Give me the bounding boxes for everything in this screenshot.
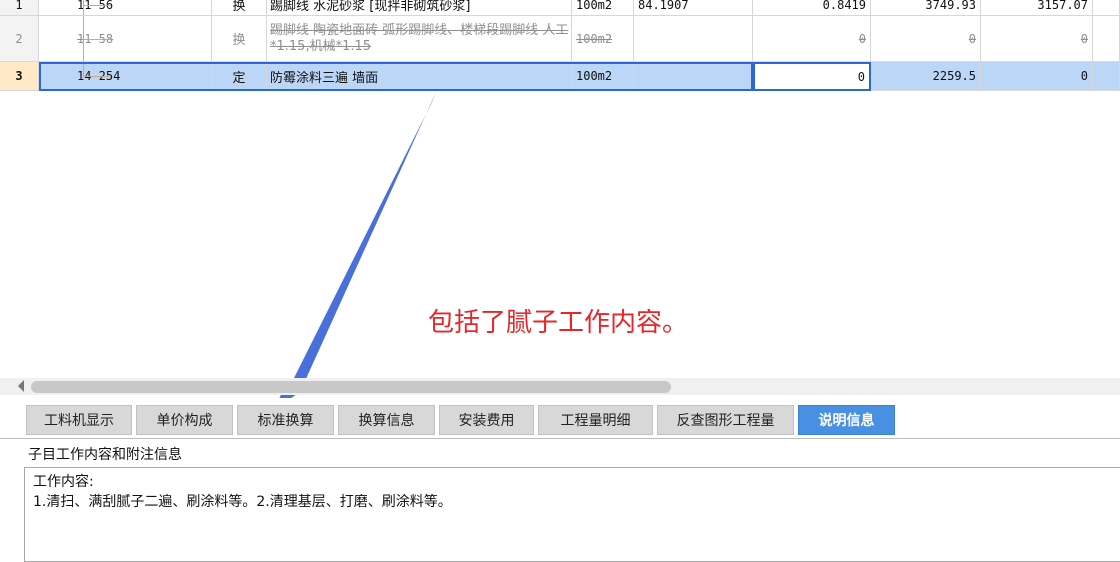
- tab-description-info[interactable]: 说明信息: [798, 405, 895, 435]
- tree-line: [83, 38, 111, 40]
- tab-conversion-info[interactable]: 换算信息: [338, 405, 435, 435]
- row-quantity: 84.1907: [634, 0, 753, 16]
- row-index: 1: [0, 0, 39, 16]
- work-content-title: 工作内容:: [33, 474, 94, 490]
- row-type: 换: [212, 16, 267, 62]
- tab-unit-price[interactable]: 单价构成: [136, 405, 233, 435]
- row-value-b: 3749.93: [871, 0, 981, 16]
- tree-line: [83, 62, 84, 76]
- annotation-arrow: [274, 92, 436, 410]
- work-content-suffix: 、刷涂料等。2.清理基层、打磨、刷涂料等。: [172, 494, 452, 510]
- row-type: 定: [212, 62, 267, 91]
- tree-line: [83, 0, 84, 15]
- panel-title: 子目工作内容和附注信息: [28, 447, 182, 463]
- work-content-text: 1.清扫、满刮腻子二遍、刷涂料等。2.清理基层、打磨、刷涂料等。: [33, 491, 452, 511]
- row-value-a: 0: [753, 16, 871, 62]
- work-content-prefix: 1.清扫、: [33, 494, 89, 510]
- row-name: 踢脚线 陶瓷地面砖 弧形踢脚线、楼梯段踢脚线 人工*1.15,机械*1.15: [267, 16, 572, 62]
- tab-standard-conversion[interactable]: 标准换算: [237, 405, 334, 435]
- row-value-d: [1093, 62, 1120, 91]
- row-unit: 100m2: [572, 0, 634, 16]
- row-value-a: 0.8419: [753, 0, 871, 16]
- row-quantity: [634, 62, 753, 91]
- row-index: 2: [0, 16, 39, 62]
- row-unit: 100m2: [572, 62, 634, 91]
- row-code: 11-58: [39, 16, 212, 62]
- row-value-c: 0: [981, 16, 1093, 62]
- description-textbox[interactable]: [24, 467, 1120, 562]
- row-value-c: 3157.07: [981, 0, 1093, 16]
- quota-grid: 1 11-56 换 踢脚线 水泥砂浆 [现拌非砌筑砂浆] 100m2 84.19…: [0, 0, 1120, 91]
- scrollbar-thumb[interactable]: [31, 381, 671, 393]
- row-value-a-editor[interactable]: 0: [753, 62, 871, 91]
- row-name: 防霉涂料三遍 墙面: [267, 62, 572, 91]
- row-value-c: 0: [981, 62, 1093, 91]
- tab-install-cost[interactable]: 安装费用: [439, 405, 534, 435]
- row-value-d: [1093, 0, 1120, 16]
- table-row-selected[interactable]: 3 14-254 定 防霉涂料三遍 墙面 100m2 0 2259.5 0: [0, 62, 1120, 91]
- row-index: 3: [0, 62, 39, 91]
- row-value-b: 0: [871, 16, 981, 62]
- row-code: 11-56: [39, 0, 212, 16]
- annotation-note: 包括了腻子工作内容。: [428, 308, 689, 338]
- table-row[interactable]: 2 11-58 换 踢脚线 陶瓷地面砖 弧形踢脚线、楼梯段踢脚线 人工*1.15…: [0, 16, 1120, 62]
- row-unit: 100m2: [572, 16, 634, 62]
- row-name: 踢脚线 水泥砂浆 [现拌非砌筑砂浆]: [267, 0, 572, 16]
- tree-line: [83, 4, 111, 6]
- row-code: 14-254: [39, 62, 212, 91]
- row-quantity: [634, 16, 753, 62]
- row-type: 换: [212, 0, 267, 16]
- tree-line: [83, 76, 111, 77]
- tab-reverse-graphic-quantity[interactable]: 反查图形工程量: [657, 405, 794, 435]
- work-content-highlight: 满刮腻子二遍: [88, 494, 173, 510]
- tab-labor-material-machine[interactable]: 工料机显示: [26, 405, 132, 435]
- scroll-left-icon[interactable]: [18, 380, 24, 392]
- row-value-b: 2259.5: [871, 62, 981, 91]
- tab-quantity-detail[interactable]: 工程量明细: [538, 405, 653, 435]
- row-value-d: [1093, 16, 1120, 62]
- table-row[interactable]: 1 11-56 换 踢脚线 水泥砂浆 [现拌非砌筑砂浆] 100m2 84.19…: [0, 0, 1120, 16]
